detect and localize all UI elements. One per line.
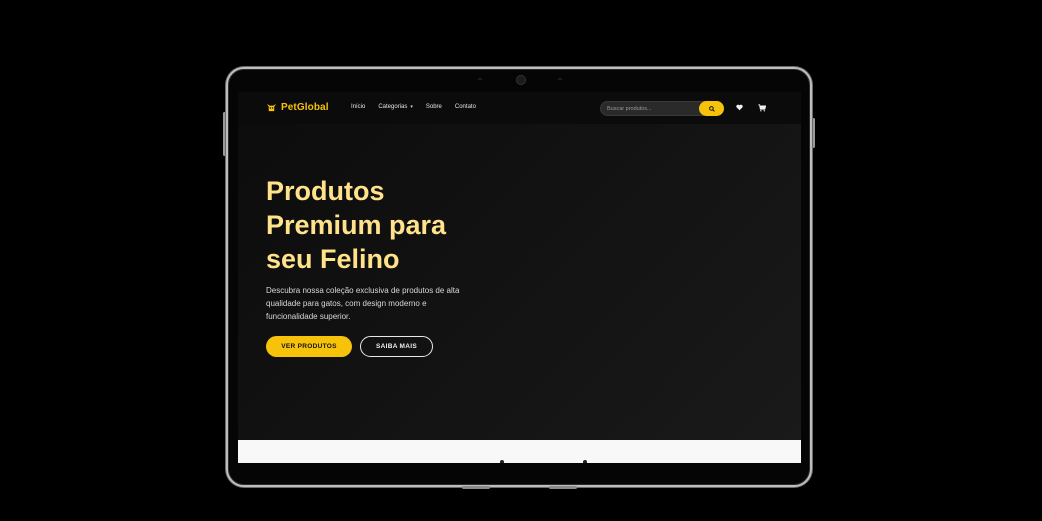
navbar: PetGlobal Início Categorias ▾ Sobre Conta… — [238, 92, 801, 124]
hero-title-line: Premium para — [266, 210, 447, 240]
tablet-bottom-button — [549, 486, 577, 489]
nav-link-categorias[interactable]: Categorias ▾ — [378, 104, 413, 110]
camera-icon — [516, 75, 526, 85]
products-section — [238, 440, 801, 463]
hero-description-line: Descubra nossa coleção exclusiva de prod… — [266, 286, 460, 295]
tablet-screen: PetGlobal Início Categorias ▾ Sobre Conta… — [238, 92, 801, 463]
tablet-side-button-right — [812, 118, 815, 148]
nav-link-contato[interactable]: Contato — [455, 104, 476, 110]
hero-description: Descubra nossa coleção exclusiva de prod… — [266, 284, 506, 323]
chevron-down-icon: ▾ — [410, 104, 413, 110]
hero-description-line: funcionalidade superior. — [266, 312, 351, 321]
tablet-sensor — [558, 78, 562, 80]
heart-icon — [736, 104, 743, 111]
nav-link-label: Sobre — [425, 104, 442, 110]
learn-more-button[interactable]: SAIBA MAIS — [360, 336, 433, 357]
search-input[interactable] — [607, 102, 697, 115]
favorites-button[interactable] — [735, 103, 744, 112]
hero-title-line: seu Felino — [266, 244, 400, 274]
view-products-button[interactable]: VER PRODUTOS — [266, 336, 352, 357]
cart-icon — [757, 103, 766, 112]
cat-logo-icon — [266, 103, 277, 112]
nav-link-inicio[interactable]: Início — [351, 104, 365, 110]
nav-link-sobre[interactable]: Sobre — [426, 104, 442, 110]
search-button[interactable] — [699, 101, 724, 116]
tablet-sensor — [478, 78, 482, 80]
brand-logo[interactable]: PetGlobal — [266, 102, 329, 113]
cart-button[interactable] — [757, 103, 766, 112]
brand-name: PetGlobal — [281, 102, 329, 113]
nav-links: Início Categorias ▾ Sobre Contato — [351, 104, 476, 110]
nav-link-label: Contato — [454, 104, 476, 110]
hero-title-line: Produtos — [266, 176, 385, 206]
tablet-bottom-button — [462, 486, 490, 489]
section-content-peek — [500, 460, 504, 463]
hero-description-line: qualidade para gatos, com design moderno… — [266, 299, 427, 308]
nav-link-label: Categorias — [378, 104, 408, 110]
hero-title: Produtos Premium para seu Felino — [266, 174, 526, 276]
section-content-peek — [583, 460, 587, 463]
search-bar — [600, 101, 724, 116]
search-icon — [708, 105, 715, 112]
nav-link-label: Início — [351, 104, 366, 110]
